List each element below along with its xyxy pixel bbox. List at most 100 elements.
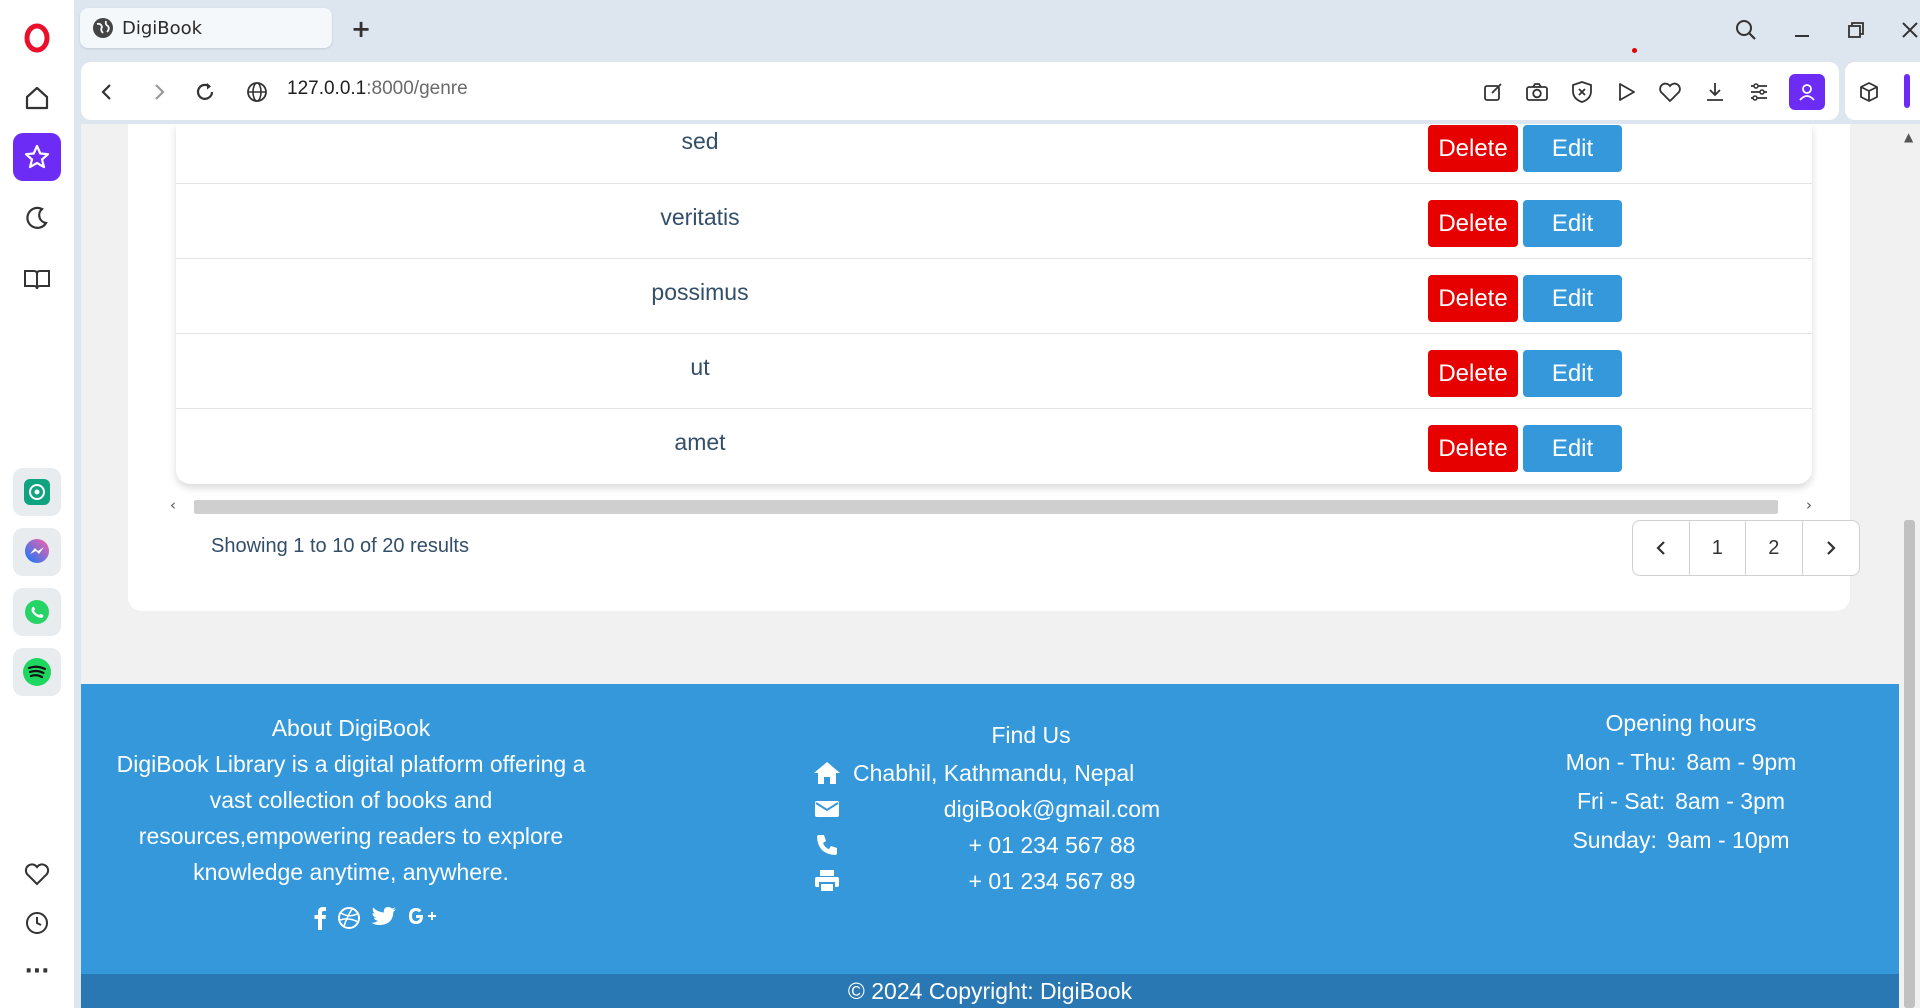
reload-icon[interactable]: [191, 78, 219, 106]
edit-button[interactable]: Edit: [1523, 125, 1622, 172]
about-section: About DigiBook DigiBook Library is a dig…: [101, 710, 601, 890]
edit-button[interactable]: Edit: [1523, 350, 1622, 397]
pagination: 1 2: [1632, 520, 1860, 576]
hours-days: Sunday:: [1572, 827, 1657, 853]
page-vertical-scrollbar[interactable]: ▲: [1899, 124, 1920, 1008]
hours-row: Fri - Sat: 8am - 3pm: [1531, 782, 1831, 821]
scroll-left-arrow-icon[interactable]: ‹: [170, 496, 176, 514]
delete-button[interactable]: Delete: [1428, 275, 1518, 322]
profile-avatar-icon[interactable]: [1789, 74, 1825, 110]
site-info-globe-icon[interactable]: [243, 78, 271, 106]
speed-dial-star-icon[interactable]: [13, 133, 61, 181]
home-icon[interactable]: [13, 74, 61, 122]
moon-icon[interactable]: [13, 194, 61, 242]
heart-icon[interactable]: [13, 850, 61, 898]
phone-row: + 01 234 567 88: [811, 827, 1251, 863]
tab-digibook[interactable]: DigiBook: [80, 8, 332, 48]
facebook-icon[interactable]: [313, 906, 327, 935]
fax-row: + 01 234 567 89: [811, 863, 1251, 899]
scrollbar-thumb[interactable]: [1904, 520, 1915, 1008]
email-row: digiBook@gmail.com: [811, 791, 1251, 827]
genre-table: sed Delete Edit veritatis Delete Edit po…: [176, 124, 1812, 484]
camera-icon[interactable]: [1523, 78, 1551, 106]
chatgpt-icon[interactable]: [13, 468, 61, 516]
edit-button[interactable]: Edit: [1523, 425, 1622, 472]
adblock-shield-icon[interactable]: [1568, 78, 1596, 106]
url-text[interactable]: 127.0.0.1:8000/genre: [287, 78, 468, 100]
scroll-right-arrow-icon[interactable]: ›: [1806, 496, 1812, 514]
hours-row: Mon - Thu: 8am - 9pm: [1531, 743, 1831, 782]
restore-window-icon[interactable]: [1838, 12, 1874, 48]
extensions-cube-icon[interactable]: [1855, 78, 1883, 106]
site-footer: About DigiBook DigiBook Library is a dig…: [81, 684, 1899, 1008]
phone-icon: [811, 831, 843, 859]
genre-name: ut: [690, 354, 710, 380]
flow-play-icon[interactable]: [1612, 78, 1640, 106]
forward-icon[interactable]: [145, 78, 173, 106]
table-row: sed Delete Edit: [176, 124, 1812, 184]
page-1-button[interactable]: 1: [1690, 521, 1746, 575]
whatsapp-icon[interactable]: [13, 588, 61, 636]
hours-days: Fri - Sat:: [1576, 788, 1666, 814]
hours-row: Sunday: 9am - 10pm: [1531, 821, 1831, 860]
scrollbar-thumb[interactable]: [194, 500, 1778, 514]
delete-button[interactable]: Delete: [1428, 200, 1518, 247]
twitter-icon[interactable]: [371, 906, 397, 935]
book-icon[interactable]: [13, 255, 61, 303]
url-host: 127.0.0.1: [287, 78, 367, 99]
extensions-area: [1845, 62, 1920, 120]
easy-setup-icon[interactable]: [1745, 78, 1773, 106]
dribbble-icon[interactable]: [337, 906, 361, 935]
table-horizontal-scrollbar[interactable]: ‹ ›: [170, 496, 1812, 514]
browser-sidebar: ···: [0, 0, 74, 1008]
table-row: ut Delete Edit: [176, 334, 1812, 409]
opera-logo-icon[interactable]: [13, 14, 61, 62]
hours-days: Mon - Thu:: [1565, 749, 1677, 775]
social-links: [313, 906, 437, 935]
delete-button[interactable]: Delete: [1428, 425, 1518, 472]
page-viewport: sed Delete Edit veritatis Delete Edit po…: [81, 124, 1899, 1008]
snapshot-edit-icon[interactable]: [1479, 78, 1507, 106]
edit-button[interactable]: Edit: [1523, 275, 1622, 322]
download-icon[interactable]: [1701, 78, 1729, 106]
notification-dot: [1632, 48, 1637, 53]
chevron-left-icon: [1656, 541, 1665, 555]
history-clock-icon[interactable]: [13, 899, 61, 947]
minimize-icon[interactable]: [1784, 12, 1820, 48]
genre-name: amet: [674, 429, 726, 455]
delete-button[interactable]: Delete: [1428, 350, 1518, 397]
sidebar-panel-toggle[interactable]: [1904, 74, 1910, 108]
globe-favicon-icon: [92, 17, 114, 39]
address-text: Chabhil, Kathmandu, Nepal: [853, 759, 1135, 786]
scroll-up-arrow-icon[interactable]: ▲: [1904, 130, 1913, 144]
google-plus-icon[interactable]: [407, 906, 437, 935]
content-card: sed Delete Edit veritatis Delete Edit po…: [128, 124, 1860, 611]
about-text: DigiBook Library is a digital platform o…: [116, 751, 586, 885]
email-text: digiBook@gmail.com: [943, 795, 1161, 822]
prev-page-button[interactable]: [1633, 521, 1690, 575]
search-tabs-icon[interactable]: [1728, 12, 1764, 48]
printer-icon: [811, 867, 843, 895]
messenger-icon[interactable]: [13, 528, 61, 576]
home-icon: [811, 759, 843, 787]
page-2-button[interactable]: 2: [1746, 521, 1803, 575]
copyright-bar: © 2024 Copyright: DigiBook: [81, 974, 1899, 1008]
back-icon[interactable]: [93, 78, 121, 106]
close-window-icon[interactable]: [1892, 12, 1920, 48]
more-dots-icon[interactable]: ···: [13, 947, 61, 995]
delete-button[interactable]: Delete: [1428, 125, 1518, 172]
genre-name: veritatis: [660, 204, 740, 230]
new-tab-button[interactable]: +: [346, 14, 376, 44]
edit-button[interactable]: Edit: [1523, 200, 1622, 247]
hours-time: 8am - 9pm: [1686, 749, 1797, 775]
tab-title: DigiBook: [122, 17, 203, 39]
about-title: About DigiBook: [271, 715, 431, 741]
find-us-title: Find Us: [991, 722, 1071, 748]
pinboard-heart-icon[interactable]: [1656, 78, 1684, 106]
chevron-right-icon: [1826, 541, 1836, 555]
pagination-summary: Showing 1 to 10 of 20 results: [211, 535, 469, 557]
tab-bar: DigiBook +: [74, 0, 1920, 58]
next-page-button[interactable]: [1803, 521, 1860, 575]
spotify-icon[interactable]: [13, 648, 61, 696]
find-us-section: Find Us Chabhil, Kathmandu, Nepal digiBo…: [811, 722, 1251, 899]
